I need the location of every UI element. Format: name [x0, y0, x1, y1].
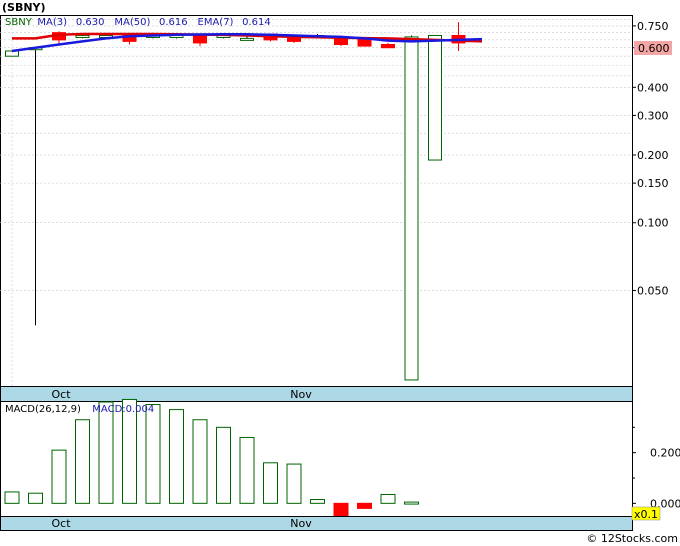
price-tick-label: 0.750 [637, 20, 669, 33]
price-tick-label: 0.150 [637, 177, 669, 190]
candle-body [193, 34, 207, 44]
macd-bar [145, 404, 161, 504]
price-tick-label: 0.300 [637, 109, 669, 122]
macd-bar [216, 426, 231, 504]
macd-axis: 0.2000.000 [632, 426, 680, 510]
candle-body [5, 50, 19, 57]
price-date-label: Oct [51, 388, 71, 401]
legend-item: 0.630 [76, 17, 105, 28]
price-tick-label: 0.100 [637, 217, 669, 230]
legend-item: MACD(26,12,9) [5, 404, 81, 415]
price-tick-label: 0.200 [637, 149, 669, 162]
legend-item: MA(50) [114, 17, 150, 28]
macd-bar [380, 493, 396, 504]
macd-bar [404, 501, 419, 505]
macd-bar [263, 462, 278, 504]
macd-date-label: Oct [51, 517, 71, 530]
macd-bar [169, 409, 184, 504]
macd-bar [239, 436, 255, 504]
price-date-axis [0, 386, 633, 402]
candle-body [334, 37, 348, 45]
macd-date-label: Nov [290, 517, 312, 530]
macd-bar [286, 463, 302, 504]
macd-bar [28, 492, 43, 504]
macd-bar [122, 398, 137, 504]
last-price-value: 0.600 [638, 42, 670, 55]
macd-scale-tag: x0.1 [631, 506, 661, 521]
macd-bar [98, 401, 114, 504]
stock-chart: (SBNY) 0.750 0.400 0.300 0.200 0.150 0.100 0.0… [0, 1, 680, 545]
legend-item: MACD:0.004 [92, 404, 154, 415]
chart-title: (SBNY) [2, 1, 46, 14]
legend-item: 0.616 [159, 17, 188, 28]
macd-bar [4, 491, 20, 504]
price-date-label: Nov [290, 388, 312, 401]
macd-bar [192, 419, 208, 504]
price-tick-label: 0.050 [637, 284, 669, 297]
macd-legend: MACD(26,12,9) MACD:0.004 [5, 404, 154, 415]
price-axis: 0.750 0.400 0.300 0.200 0.150 0.100 0.050 [632, 20, 669, 297]
macd-bar [310, 499, 325, 504]
price-tick-label: 0.400 [637, 81, 669, 94]
last-price-tag: 0.600 [634, 41, 672, 55]
candle-body [428, 34, 442, 161]
legend-item: 0.614 [242, 17, 271, 28]
legend-item: EMA(7) [198, 17, 234, 28]
macd-scale-note: x0.1 [634, 508, 658, 521]
candle-body [404, 36, 419, 381]
macd-bar [357, 502, 372, 509]
price-legend: SBNY MA(3) 0.630 MA(50) 0.616 EMA(7) 0.614 [5, 17, 271, 28]
legend-item: SBNY [5, 17, 33, 28]
price-gridlines [0, 16, 632, 386]
candle-body [75, 34, 90, 38]
macd-date-axis [0, 516, 633, 531]
site-credit: © 12Stocks.com [586, 532, 678, 545]
macd-tick-label: 0.200 [650, 447, 680, 460]
legend-item: MA(3) [37, 17, 67, 28]
candle-body [240, 37, 254, 41]
macd-bar [75, 419, 90, 504]
candle-body [381, 43, 395, 49]
price-panel [0, 15, 633, 387]
macd-bar [51, 449, 67, 504]
macd-bars [4, 398, 419, 527]
